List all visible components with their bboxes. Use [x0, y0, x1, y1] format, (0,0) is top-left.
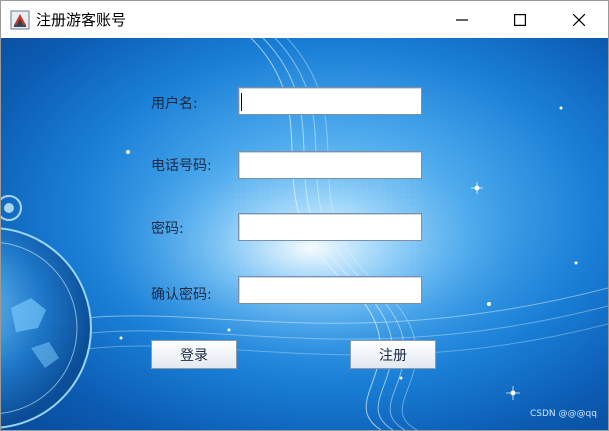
confirm-password-input[interactable]: [238, 276, 422, 304]
register-button[interactable]: 注册: [350, 340, 436, 369]
minimize-icon: [456, 18, 468, 21]
window-title: 注册游客账号: [36, 11, 127, 29]
watermark: CSDN @@@qq: [530, 409, 597, 419]
maximize-icon: [514, 13, 526, 26]
java-cup-icon: [10, 10, 30, 30]
password-label: 密码:: [151, 221, 184, 237]
minimize-button[interactable]: [433, 1, 491, 38]
close-button[interactable]: [550, 1, 608, 38]
login-button[interactable]: 登录: [151, 340, 237, 369]
form-panel: 用户名: 电话号码: 密码: 确认密码: 登录 注册 CSDN @@@qq: [1, 38, 608, 430]
password-input[interactable]: [238, 213, 422, 241]
username-label: 用户名:: [151, 96, 198, 112]
text-caret: [241, 93, 242, 111]
confirm-password-label: 确认密码:: [151, 287, 212, 303]
close-icon: [573, 13, 585, 26]
phone-label: 电话号码:: [151, 158, 212, 174]
maximize-button[interactable]: [491, 1, 549, 38]
register-window: 注册游客账号 用户名: 电话号码: 密码: 确认密码: 登录 注册 CSDN @…: [0, 0, 609, 431]
phone-input[interactable]: [238, 151, 422, 179]
username-input[interactable]: [238, 87, 422, 115]
title-bar[interactable]: 注册游客账号: [1, 1, 608, 38]
